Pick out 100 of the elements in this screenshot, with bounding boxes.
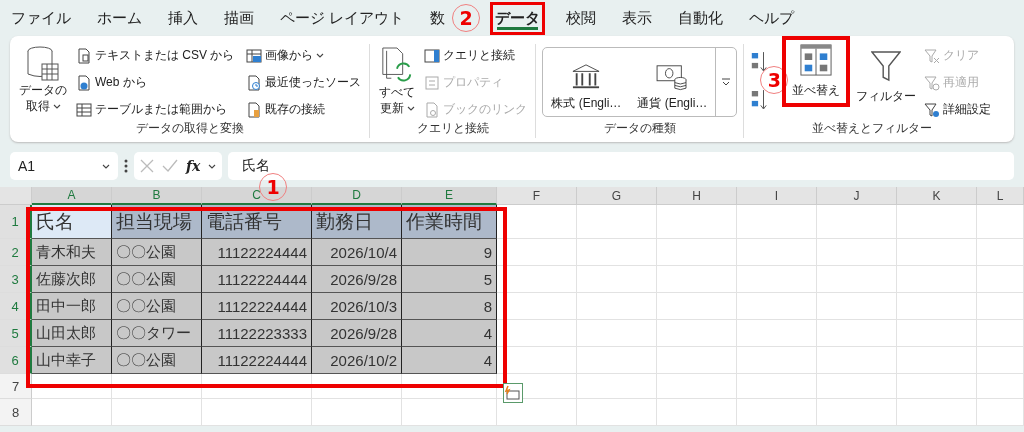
data-type-button[interactable]: 株式 (Engli… <box>543 48 630 116</box>
ribbon-command[interactable]: Web から <box>74 71 237 94</box>
cancel-icon[interactable] <box>140 159 154 173</box>
chevron-icon <box>52 103 61 109</box>
ribbon-tab[interactable]: データ <box>490 1 546 35</box>
table-cell[interactable]: 山中幸子 <box>32 347 112 374</box>
table-cell[interactable]: 2026/10/2 <box>312 347 402 374</box>
data-type-button[interactable]: 通貨 (Engli… <box>629 48 716 116</box>
table-cell[interactable]: 佐藤次郎 <box>32 266 112 293</box>
refresh-all-button[interactable]: すべて 更新 <box>376 44 419 119</box>
name-box[interactable]: A1 <box>10 152 118 180</box>
ribbon-command[interactable]: 画像から <box>244 44 364 67</box>
ribbon-tab[interactable]: 挿入 <box>163 1 203 35</box>
group-label: クエリと接続 <box>415 121 490 136</box>
table-cell[interactable]: 2026/10/3 <box>312 293 402 320</box>
table-cell[interactable]: 2026/9/28 <box>312 266 402 293</box>
column-header[interactable]: J <box>817 187 897 205</box>
row-header[interactable]: 7 <box>0 374 32 399</box>
table-cell[interactable]: 田中一郎 <box>32 293 112 320</box>
column-header[interactable]: L <box>977 187 1024 205</box>
ribbon-tab[interactable]: ホーム <box>92 1 147 35</box>
database-table-icon <box>26 46 60 82</box>
quick-analysis-icon[interactable] <box>503 383 523 403</box>
ribbon-tab[interactable]: ページ レイアウト <box>275 1 410 35</box>
group-label: データの種類 <box>602 121 677 136</box>
sort-ascending-icon[interactable] <box>750 50 769 74</box>
ribbon-tab[interactable]: ヘルプ <box>744 1 800 35</box>
table-cell[interactable]: 〇〇公園 <box>112 293 202 320</box>
recent-file-icon <box>246 74 263 91</box>
column-header[interactable]: B <box>112 187 202 205</box>
enter-check-icon[interactable] <box>162 159 178 173</box>
dropdown-icon <box>102 163 110 169</box>
ribbon-tab[interactable]: 描画 <box>219 1 259 35</box>
column-header[interactable]: K <box>897 187 977 205</box>
row-header[interactable]: 8 <box>0 399 32 426</box>
table-cell[interactable]: 4 <box>402 320 497 347</box>
ribbon-tab[interactable]: ファイル <box>6 1 76 35</box>
table-cell[interactable]: 2026/9/28 <box>312 320 402 347</box>
column-header[interactable]: F <box>497 187 577 205</box>
chevron-icon <box>406 105 415 111</box>
get-data-button[interactable]: データの 取得 <box>16 44 70 117</box>
table-cell[interactable]: 9 <box>402 239 497 266</box>
column-header[interactable]: D <box>312 187 402 205</box>
filter-button[interactable]: フィルター <box>854 44 919 111</box>
funnel-icon <box>871 50 902 82</box>
link-file-icon <box>424 101 441 118</box>
table-cell[interactable]: 8 <box>402 293 497 320</box>
table-cell[interactable]: 〇〇公園 <box>112 266 202 293</box>
ribbon-command[interactable]: 詳細設定 <box>922 98 994 121</box>
group-label: データの取得と変換 <box>134 121 245 136</box>
ribbon-tab[interactable]: 校閲 <box>561 1 602 35</box>
table-cell[interactable]: 青木和夫 <box>32 239 112 266</box>
dropdown-icon <box>208 163 217 169</box>
ribbon-tab[interactable]: 数 <box>425 1 451 35</box>
column-header[interactable]: G <box>577 187 657 205</box>
table-cell[interactable]: 〇〇公園 <box>112 239 202 266</box>
table-cell[interactable]: 4 <box>402 347 497 374</box>
table-cell[interactable]: 11122223333 <box>202 320 312 347</box>
column-header[interactable]: A <box>32 187 112 205</box>
connection-file-icon <box>246 101 263 118</box>
sort-button[interactable]: 並べ替え <box>782 36 851 107</box>
properties-icon <box>424 74 441 91</box>
web-file-icon <box>76 74 92 91</box>
table-cell[interactable]: 11122224444 <box>202 293 312 320</box>
column-header[interactable]: H <box>657 187 737 205</box>
table-cell[interactable]: 〇〇タワー <box>112 320 202 347</box>
ribbon-tab[interactable]: 自動化 <box>673 1 729 35</box>
advanced-filter-icon <box>924 101 941 118</box>
ribbon-tab[interactable]: 表示 <box>617 1 658 35</box>
sort-descending-icon[interactable] <box>750 88 769 112</box>
group-label: 並べ替えとフィルター <box>810 121 933 136</box>
column-header[interactable]: E <box>402 187 497 205</box>
ribbon-command[interactable]: 既存の接続 <box>244 98 364 121</box>
ribbon-command[interactable]: クエリと接続 <box>422 44 530 67</box>
table-icon <box>76 101 92 118</box>
more-icon[interactable] <box>124 159 128 173</box>
clear-filter-icon <box>924 47 941 64</box>
money-coins-icon <box>656 63 689 91</box>
chevron-icon <box>316 53 325 58</box>
table-cell[interactable]: 11122224444 <box>202 347 312 374</box>
select-all-corner[interactable] <box>0 187 32 205</box>
ribbon-command[interactable]: テキストまたは CSV から <box>74 44 237 67</box>
column-header[interactable]: I <box>737 187 817 205</box>
insert-function-button[interactable]: fx <box>186 158 201 174</box>
ribbon-command[interactable]: テーブルまたは範囲から <box>74 98 237 121</box>
table-cell[interactable]: 5 <box>402 266 497 293</box>
pane-icon <box>424 47 441 64</box>
formula-input[interactable]: 氏名 <box>228 152 1014 180</box>
bank-icon <box>571 63 602 91</box>
table-cell[interactable]: 2026/10/4 <box>312 239 402 266</box>
more-chevron-icon <box>721 78 732 86</box>
table-cell[interactable]: 11122224444 <box>202 266 312 293</box>
image-table-icon <box>246 47 263 64</box>
table-cell[interactable]: 11122224444 <box>202 239 312 266</box>
ribbon-command[interactable]: 最近使ったソース <box>244 71 364 94</box>
sort-columns-icon <box>800 44 833 76</box>
text-file-icon <box>76 47 92 64</box>
table-cell[interactable]: 〇〇公園 <box>112 347 202 374</box>
reapply-filter-icon <box>924 74 941 91</box>
table-cell[interactable]: 山田太郎 <box>32 320 112 347</box>
